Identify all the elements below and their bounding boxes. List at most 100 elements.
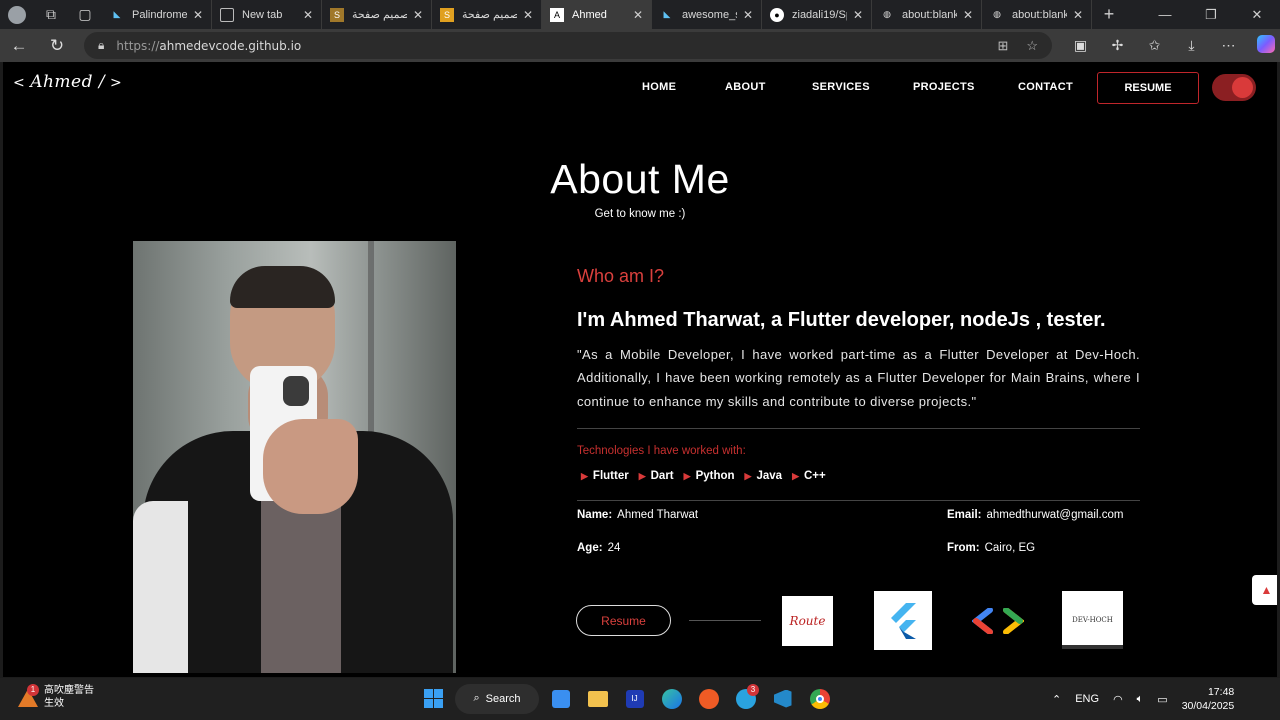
app-available-icon[interactable]: ⊞ bbox=[997, 38, 1008, 54]
favorite-star-icon[interactable]: ☆ bbox=[1026, 38, 1038, 54]
file-explorer-icon[interactable] bbox=[582, 683, 613, 714]
profile-avatar-icon bbox=[8, 5, 26, 24]
extensions-icon[interactable]: ✢ bbox=[1099, 37, 1136, 54]
tech-item: ▶ Dart bbox=[639, 470, 674, 482]
new-tab-button[interactable]: + bbox=[1092, 4, 1126, 25]
divider bbox=[577, 500, 1140, 501]
flutter-icon: ◣ bbox=[663, 9, 671, 19]
intellij-icon[interactable]: IJ bbox=[619, 683, 650, 714]
tech-label: Dart bbox=[650, 470, 674, 482]
tab-actions-icon[interactable]: ▢ bbox=[68, 0, 102, 29]
tab-title: Ahmed bbox=[572, 8, 607, 21]
profile-button[interactable] bbox=[0, 0, 34, 29]
close-icon[interactable]: ✕ bbox=[303, 8, 313, 22]
close-icon[interactable]: ✕ bbox=[743, 8, 753, 22]
tech-item: ▶ Java bbox=[745, 470, 783, 482]
chrome-icon[interactable] bbox=[804, 683, 835, 714]
close-window-icon[interactable]: ✕ bbox=[1234, 7, 1280, 23]
tab-title: about:blank bbox=[902, 8, 957, 21]
scroll-to-top-button[interactable]: ▲ bbox=[1252, 575, 1277, 605]
technologies-label: Technologies I have worked with: bbox=[577, 445, 746, 457]
address-bar[interactable]: 🔒︎ https://ahmedevcode.github.io ⊞ ☆ bbox=[84, 32, 1052, 59]
more-menu-icon[interactable]: ⋯ bbox=[1210, 37, 1247, 54]
notification-badge: 1 bbox=[27, 684, 39, 696]
refresh-icon[interactable]: ↻ bbox=[38, 29, 76, 62]
restore-icon[interactable]: ❐ bbox=[1188, 7, 1234, 23]
tab-5-active[interactable]: A Ahmed ✕ bbox=[542, 0, 652, 29]
newtab-icon bbox=[220, 7, 234, 22]
window-controls: — ❐ ✕ bbox=[1142, 7, 1280, 23]
close-icon[interactable]: ✕ bbox=[193, 8, 203, 22]
store-icon[interactable] bbox=[545, 683, 576, 714]
github-icon: ● bbox=[770, 7, 784, 22]
info-name: Name: Ahmed Tharwat bbox=[577, 509, 698, 521]
nav-resume-button[interactable]: RESUME bbox=[1097, 72, 1199, 104]
copilot-icon[interactable] bbox=[1247, 35, 1280, 56]
site-logo[interactable]: < Ahmed / > bbox=[13, 72, 122, 92]
battery-icon[interactable]: ▭ bbox=[1157, 693, 1167, 706]
client-logo-flutter[interactable] bbox=[874, 591, 932, 650]
triangle-bullet-icon: ▶ bbox=[744, 470, 752, 481]
tab-title: Palindrome N bbox=[132, 8, 187, 21]
minimize-icon[interactable]: — bbox=[1142, 7, 1188, 23]
tab-2[interactable]: New tab ✕ bbox=[212, 0, 322, 29]
client-logo-devhoch[interactable]: DEV-HOCH bbox=[1062, 591, 1123, 649]
windows-taskbar: 1 高吹塵警告 生效 ⌕ Search IJ 3 ⌃ ENG ◠ 🔈︎ ▭ 17:4… bbox=[0, 678, 1280, 720]
close-icon[interactable]: ✕ bbox=[963, 8, 973, 22]
technologies-list: ▶ Flutter ▶ Dart ▶ Python ▶ Java ▶ C++ bbox=[581, 470, 826, 482]
favorites-icon[interactable]: ✩ bbox=[1136, 37, 1173, 54]
client-logo-devcode[interactable] bbox=[968, 603, 1028, 639]
search-icon: ⌕ bbox=[473, 692, 480, 704]
edge-icon[interactable] bbox=[656, 683, 687, 714]
info-value: Cairo, EG bbox=[984, 542, 1036, 554]
resume-button[interactable]: Resume bbox=[576, 605, 671, 636]
close-icon[interactable]: ✕ bbox=[523, 8, 533, 22]
tab-9[interactable]: ◍ about:blank ✕ bbox=[982, 0, 1092, 29]
nav-projects[interactable]: PROJECTS bbox=[913, 81, 975, 93]
reading-view-icon[interactable]: ▣ bbox=[1062, 37, 1099, 54]
clock[interactable]: 17:48 30/04/2025 bbox=[1182, 685, 1235, 713]
close-icon[interactable]: ✕ bbox=[633, 8, 643, 22]
section-subtitle: Get to know me :) bbox=[594, 208, 686, 220]
client-logo-route[interactable]: Route bbox=[782, 596, 833, 646]
downloads-icon[interactable]: ⤓ bbox=[1173, 37, 1210, 54]
info-label: Age: bbox=[577, 542, 603, 554]
info-label: Email: bbox=[947, 509, 982, 521]
tab-3[interactable]: S تصميم صفحة ✕ bbox=[322, 0, 432, 29]
tab-8[interactable]: ◍ about:blank ✕ bbox=[872, 0, 982, 29]
start-button[interactable] bbox=[418, 683, 449, 714]
nav-about[interactable]: ABOUT bbox=[725, 81, 766, 93]
telegram-icon[interactable]: 3 bbox=[730, 683, 761, 714]
url-text: https://ahmedevcode.github.io bbox=[116, 39, 301, 53]
vscode-icon[interactable] bbox=[767, 683, 798, 714]
notification-badge: 3 bbox=[747, 684, 759, 696]
wifi-icon[interactable]: ◠ bbox=[1113, 693, 1123, 706]
back-arrow-icon[interactable]: ← bbox=[0, 29, 38, 62]
tab-7[interactable]: ● ziadali19/Spa ✕ bbox=[762, 0, 872, 29]
tech-item: ▶ Flutter bbox=[581, 470, 629, 482]
tab-6[interactable]: ◣ awesome_sn ✕ bbox=[652, 0, 762, 29]
chevron-up-icon[interactable]: ⌃ bbox=[1052, 693, 1061, 706]
nav-services[interactable]: SERVICES bbox=[812, 81, 870, 93]
close-icon[interactable]: ✕ bbox=[413, 8, 423, 22]
workspaces-icon[interactable]: ⧉ bbox=[34, 0, 68, 29]
theme-toggle[interactable] bbox=[1212, 74, 1256, 101]
intro-description: "As a Mobile Developer, I have worked pa… bbox=[577, 347, 1140, 409]
postman-icon[interactable] bbox=[693, 683, 724, 714]
nav-home[interactable]: HOME bbox=[642, 81, 676, 93]
taskbar-search[interactable]: ⌕ Search bbox=[455, 683, 539, 714]
tab-title: ziadali19/Spa bbox=[792, 8, 847, 21]
info-from: From: Cairo, EG bbox=[947, 542, 1035, 554]
weather-widget[interactable]: 1 高吹塵警告 生效 bbox=[18, 684, 94, 710]
tech-item: ▶ Python bbox=[684, 470, 735, 482]
tab-4[interactable]: S تصميم صفحة ✕ bbox=[432, 0, 542, 29]
close-icon[interactable]: ✕ bbox=[853, 8, 863, 22]
language-indicator[interactable]: ENG bbox=[1075, 693, 1099, 705]
divider-line bbox=[689, 620, 761, 621]
nav-contact[interactable]: CONTACT bbox=[1018, 81, 1073, 93]
tab-1[interactable]: ◣ Palindrome N ✕ bbox=[102, 0, 212, 29]
tab-title: تصميم صفحة bbox=[462, 9, 517, 21]
volume-icon[interactable]: 🔈︎ bbox=[1137, 693, 1144, 706]
profile-photo bbox=[133, 241, 456, 673]
close-icon[interactable]: ✕ bbox=[1073, 8, 1083, 22]
